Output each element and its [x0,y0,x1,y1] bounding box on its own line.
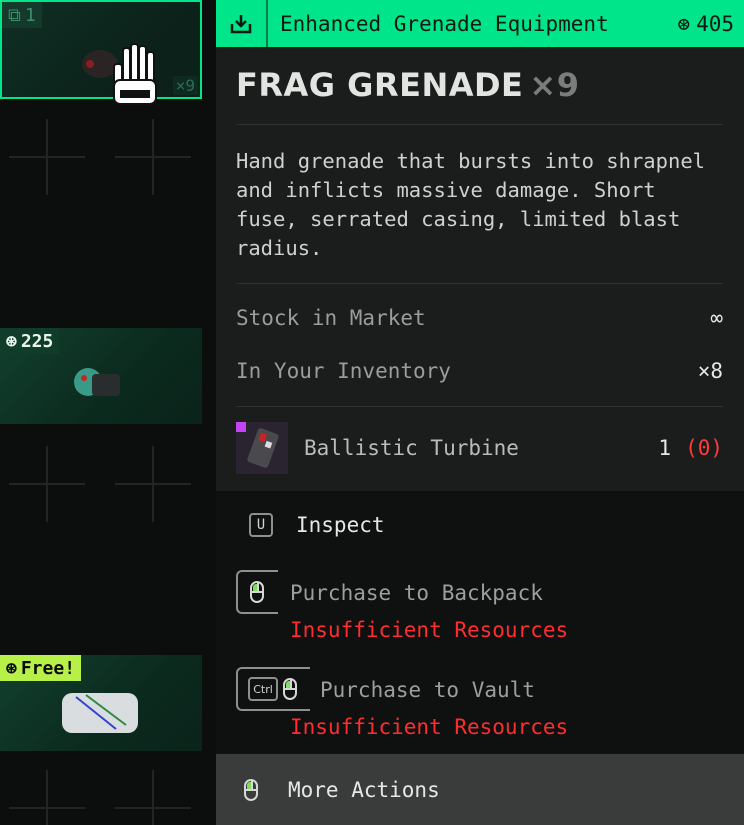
requirement-name: Ballistic Turbine [304,436,519,460]
key-u-icon: U [249,513,273,537]
stat-label: Stock in Market [236,306,426,330]
stat-value: ×8 [697,359,723,383]
stat-value: ∞ [710,306,723,330]
divider [236,406,723,407]
price-badge: ⊛ 225 [0,328,60,354]
divider [236,124,723,125]
stat-row-inventory: In Your Inventory ×8 [236,359,723,383]
grid-slot-marker [9,770,85,825]
item-detail-panel: Enhanced Grenade Equipment ⊛ 405 FRAG GR… [216,0,744,825]
action-list: U Inspect Purchase to Backpack Insuffici… [216,491,744,754]
header-price: ⊛ 405 [677,11,734,36]
grid-slot-marker [115,770,191,825]
requirement-missing: (0) [685,436,723,460]
item-title-qty: ×9 [529,66,580,104]
stat-row-stock: Stock in Market ∞ [236,306,723,330]
mouse-left-click-icon [283,678,297,700]
stat-label: In Your Inventory [236,359,451,383]
hand-cursor-icon [113,43,157,105]
purchase-to-vault-action[interactable]: Purchase to Vault [320,678,535,702]
mouse-left-click-icon [250,581,264,603]
bag-thumbnail-icon [62,693,138,733]
item-card[interactable]: ⊛ 225 [0,328,202,424]
divider [236,283,723,284]
item-title: FRAG GRENADE ×9 [236,66,579,104]
inventory-grid: ⧉ 1 ×9 ⊛ 225 ⊛ Free! [0,0,216,825]
requirement-have: 1 [658,436,672,460]
grid-slot-marker [115,446,191,522]
more-actions-button[interactable]: More Actions [216,754,744,825]
grid-slot-marker [9,119,85,195]
download-tray-icon [216,0,268,47]
link-icon: ⧉ [8,4,21,26]
stack-count-badge: ⧉ 1 [2,2,42,28]
item-qty: ×9 [172,76,198,95]
more-actions-label: More Actions [288,777,440,802]
mouse-left-click-icon [244,778,258,801]
grid-slot-marker [115,119,191,195]
currency-coin-icon: ⊛ [6,657,17,679]
vault-error: Insufficient Resources [290,715,569,739]
currency-coin-icon: ⊛ [677,11,691,36]
turbine-thumbnail-icon [236,422,288,474]
item-card[interactable]: ⊛ Free! [0,655,202,751]
price-badge: ⊛ Free! [0,655,82,681]
header-title: Enhanced Grenade Equipment [280,11,609,36]
gadget-thumbnail-icon [74,368,120,396]
key-ctrl-icon: Ctrl [248,677,278,701]
currency-coin-icon: ⊛ [6,330,17,352]
requirement-row: Ballistic Turbine 1 (0) [236,422,723,474]
panel-header: Enhanced Grenade Equipment ⊛ 405 [216,0,744,47]
item-card-frag-grenade[interactable]: ⧉ 1 ×9 [0,0,202,99]
backpack-error: Insufficient Resources [290,618,569,642]
item-name: FRAG GRENADE [236,66,524,104]
item-description: Hand grenade that bursts into shrapnel a… [236,149,705,260]
grid-slot-marker [9,446,85,522]
purchase-to-backpack-action[interactable]: Purchase to Backpack [290,581,543,605]
inspect-action[interactable]: Inspect [296,513,385,537]
